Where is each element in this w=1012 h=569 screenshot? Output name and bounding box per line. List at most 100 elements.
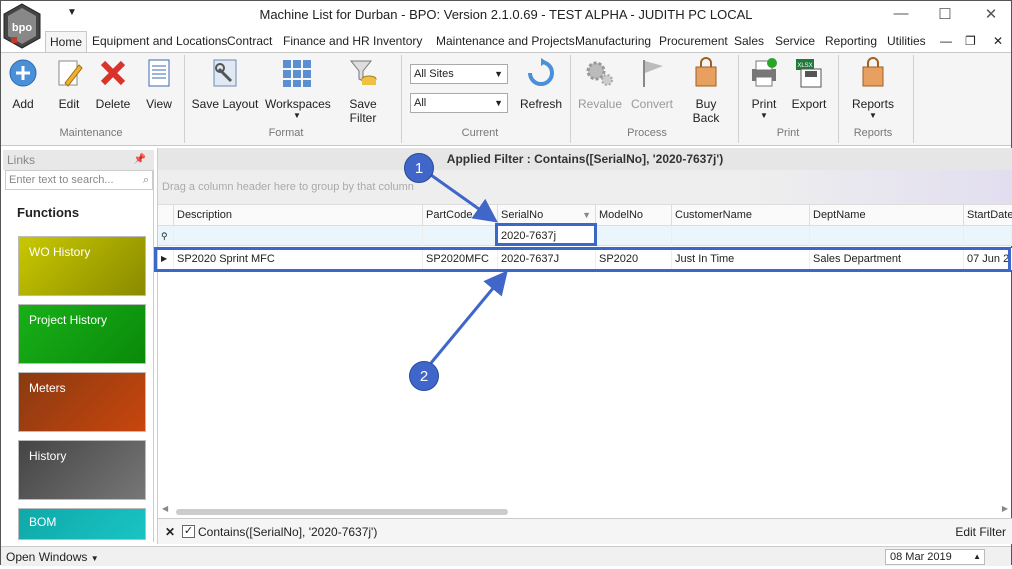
tab-manufacturing[interactable]: Manufacturing [571, 31, 655, 53]
reports-dropdown-icon: ▼ [869, 111, 877, 120]
scroll-right-icon[interactable]: ▶ [1002, 504, 1008, 513]
separator [184, 55, 185, 143]
group-by-hint: Drag a column header here to group by th… [162, 181, 414, 193]
search-icon: ⌕ [142, 174, 149, 186]
tab-procurement[interactable]: Procurement [655, 31, 732, 53]
col-deptname[interactable]: DeptName [810, 205, 964, 226]
tab-maintenance-and-projects[interactable]: Maintenance and Projects [432, 31, 579, 53]
export-button[interactable]: XLSX Export [789, 57, 829, 111]
save-filter-label: Save Filter [349, 97, 377, 125]
reports-button[interactable]: Reports ▼ [847, 57, 899, 120]
workspaces-icon [283, 60, 311, 87]
open-windows-button[interactable]: Open Windows ▼ [6, 547, 99, 569]
tab-sales[interactable]: Sales [730, 31, 768, 53]
separator [570, 55, 571, 143]
date-field[interactable]: 08 Mar 2019 ▲ [885, 549, 985, 565]
delete-button[interactable]: Delete [95, 57, 131, 111]
add-button[interactable]: Add [7, 57, 39, 111]
chevron-down-icon: ▼ [90, 554, 99, 563]
convert-label: Convert [630, 97, 674, 111]
tab-finance-and-hr[interactable]: Finance and HR [279, 31, 374, 53]
ribbon: Add Edit Delete View Maintenance Save La… [1, 52, 1011, 146]
filter-expression[interactable]: Contains([SerialNo], '2020-7637j') [198, 519, 377, 545]
col-customername[interactable]: CustomerName [672, 205, 810, 226]
col-description[interactable]: Description [174, 205, 423, 226]
tab-reporting[interactable]: Reporting [821, 31, 881, 53]
horizontal-scrollbar[interactable]: ◀ ▶ [158, 504, 1012, 518]
filter-cell-deptname[interactable] [810, 226, 964, 246]
links-panel: Links 📌 Enter text to search... ⌕ Functi… [3, 150, 154, 542]
tab-home[interactable]: Home [45, 31, 88, 53]
tab-utilities[interactable]: Utilities [883, 31, 930, 53]
print-dropdown-icon: ▼ [760, 111, 768, 120]
window-title: Machine List for Durban - BPO: Version 2… [259, 7, 753, 22]
refresh-button[interactable]: Refresh [517, 57, 565, 111]
convert-button[interactable]: Convert [629, 57, 675, 111]
filter-cell-customername[interactable] [672, 226, 810, 246]
tile-history[interactable]: History [18, 440, 146, 500]
logo-text: bpo [12, 22, 32, 34]
links-search-input[interactable]: Enter text to search... ⌕ [5, 170, 153, 190]
status-select[interactable]: All ▼ [410, 93, 508, 113]
save-filter-icon [349, 60, 377, 85]
buy-back-button[interactable]: Buy Back [681, 57, 731, 125]
result-row-highlight [154, 247, 1011, 272]
edit-filter-link[interactable]: Edit Filter [955, 519, 1006, 545]
print-button[interactable]: Print ▼ [745, 57, 783, 120]
delete-icon [100, 60, 126, 86]
menu-bar: Home Equipment and Locations Contract Fi… [1, 31, 1011, 53]
col-partcode[interactable]: PartCode [423, 205, 498, 226]
col-startdate[interactable]: StartDate [964, 205, 1012, 226]
mdi-close-icon[interactable]: ✕ [989, 31, 1007, 53]
revalue-button[interactable]: Revalue [577, 57, 623, 111]
edit-button[interactable]: Edit [53, 57, 85, 111]
tile-bom[interactable]: BOM [18, 508, 146, 540]
workspaces-button[interactable]: Workspaces ▼ [265, 57, 331, 120]
filter-cell-modelno[interactable] [596, 226, 672, 246]
filter-cell-description[interactable] [174, 226, 423, 246]
clear-filter-icon[interactable]: ✕ [165, 519, 175, 545]
excel-export-icon: XLSX [796, 59, 822, 88]
date-value: 08 Mar 2019 [890, 551, 952, 563]
tile-meters[interactable]: Meters [18, 372, 146, 432]
bpo-logo[interactable]: bpo [3, 3, 41, 49]
tile-project-history[interactable]: Project History [18, 304, 146, 364]
minimize-icon[interactable]: — [891, 5, 911, 22]
filter-cell-startdate[interactable] [964, 226, 1012, 246]
tile-label: BOM [29, 515, 57, 529]
scroll-left-icon[interactable]: ◀ [162, 504, 168, 513]
filter-cell-partcode[interactable] [423, 226, 498, 246]
site-select[interactable]: All Sites ▼ [410, 64, 508, 84]
links-title: Links [7, 153, 36, 167]
printer-icon [752, 58, 777, 87]
buy-back-label: Buy Back [692, 97, 720, 125]
view-button[interactable]: View [143, 57, 175, 111]
pin-icon[interactable]: 📌 [134, 150, 146, 170]
col-modelno[interactable]: ModelNo [596, 205, 672, 226]
mdi-minimize-icon[interactable]: — [936, 31, 956, 53]
separator [738, 55, 739, 143]
tab-inventory[interactable]: Inventory [369, 31, 426, 53]
tile-wo-history[interactable]: WO History [18, 236, 146, 296]
chevron-down-icon: ▼ [494, 69, 503, 79]
tab-service[interactable]: Service [771, 31, 819, 53]
search-placeholder: Enter text to search... [9, 174, 114, 186]
links-header: Links 📌 [3, 150, 154, 170]
print-group-label: Print [776, 127, 800, 139]
callout-2: 2 [409, 361, 439, 391]
tab-equipment-and-locations[interactable]: Equipment and Locations [88, 31, 231, 53]
tab-contract[interactable]: Contract [223, 31, 276, 53]
save-filter-button[interactable]: Save Filter [335, 57, 391, 125]
functions-title: Functions [17, 205, 80, 220]
col-serialno-label: SerialNo [501, 209, 544, 221]
close-icon[interactable]: ✕ [981, 5, 1001, 23]
save-layout-button[interactable]: Save Layout [191, 57, 259, 111]
mdi-restore-icon[interactable]: ❐ [961, 31, 980, 53]
revalue-label: Revalue [577, 97, 623, 111]
scrollbar-thumb[interactable] [176, 509, 508, 515]
separator [913, 55, 914, 143]
group-by-panel[interactable]: Drag a column header here to group by th… [158, 170, 1012, 204]
maximize-icon[interactable]: ☐ [935, 5, 955, 23]
filter-enabled-checkbox[interactable]: ✓ [182, 525, 195, 538]
format-group-label: Format [268, 127, 304, 139]
